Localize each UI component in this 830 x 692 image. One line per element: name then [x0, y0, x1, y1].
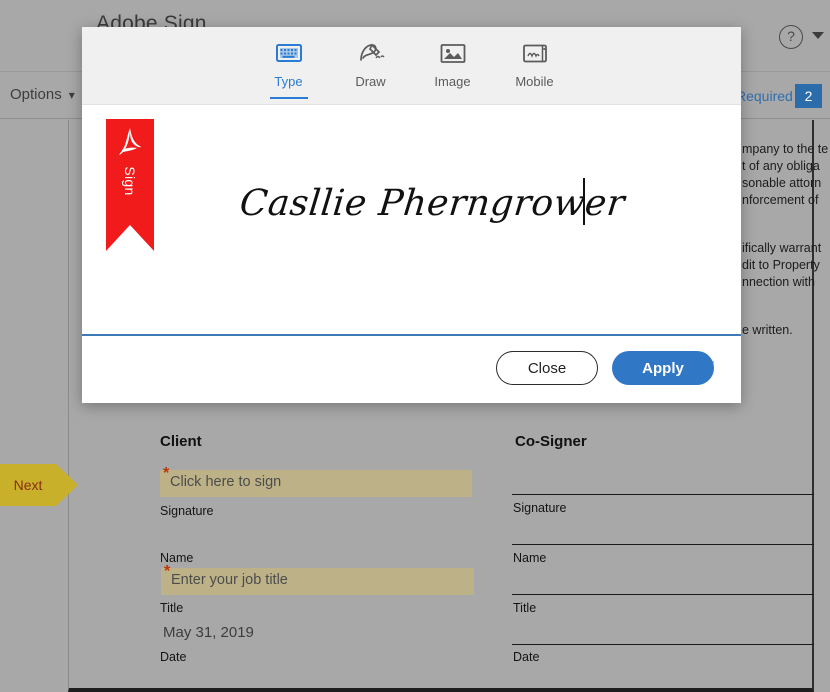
sign-tag-pointer-icon	[106, 225, 154, 251]
client-title-label: Title	[160, 601, 183, 615]
doc-line: mpany to the te	[742, 141, 828, 157]
cosigner-name-rule	[512, 544, 814, 545]
client-title-field[interactable]: * Enter your job title	[161, 568, 474, 595]
client-date-label: Date	[160, 650, 186, 664]
chevron-down-icon: ▾	[69, 88, 75, 102]
keyboard-icon	[276, 40, 302, 66]
next-flag-button[interactable]: Next	[0, 464, 56, 506]
chevron-down-icon[interactable]	[812, 32, 824, 39]
dialog-actions: Close Apply	[496, 351, 714, 385]
signature-text-value: Casllie Pherngrower	[238, 183, 627, 224]
required-asterisk-icon: *	[163, 465, 169, 483]
options-label: Options	[10, 86, 62, 103]
signature-mode-tabs: Type Draw	[82, 27, 741, 105]
cosigner-signature-label: Signature	[513, 501, 567, 515]
doc-line: sonable attorn	[742, 175, 821, 191]
doc-line: e written.	[742, 322, 793, 338]
cosigner-title-label: Title	[513, 601, 536, 615]
sign-tag-label: Sign	[122, 153, 138, 209]
client-signature-field[interactable]: * Click here to sign	[160, 470, 472, 497]
signature-canvas[interactable]: Sign Casllie Pherngrower Clear Close App…	[82, 105, 741, 403]
signature-dialog: Type Draw	[82, 27, 741, 403]
required-count-badge[interactable]: 2	[795, 84, 822, 108]
required-label: Required	[736, 88, 793, 104]
tab-mobile[interactable]: Mobile	[504, 40, 566, 89]
pen-icon	[357, 40, 385, 66]
client-title-placeholder: Enter your job title	[171, 572, 288, 588]
client-signature-label: Signature	[160, 504, 214, 518]
help-icon[interactable]: ?	[779, 25, 803, 49]
apply-button[interactable]: Apply	[612, 351, 714, 385]
tab-mobile-label: Mobile	[515, 74, 553, 89]
client-date-value[interactable]: May 31, 2019	[163, 624, 254, 641]
tab-image-label: Image	[434, 74, 470, 89]
doc-line: dit to Property	[742, 257, 820, 273]
cosigner-date-rule	[512, 644, 814, 645]
doc-line: ifically warrant	[742, 240, 821, 256]
text-cursor	[583, 178, 585, 225]
cosigner-name-label: Name	[513, 551, 546, 565]
doc-line: nnection with	[742, 274, 815, 290]
client-heading: Client	[160, 433, 202, 450]
adobe-sign-window: Adobe Sign ? Options▾ Required 2 mpany t…	[0, 0, 830, 692]
close-button[interactable]: Close	[496, 351, 598, 385]
tab-draw[interactable]: Draw	[340, 40, 402, 89]
options-menu-button[interactable]: Options ▾	[10, 86, 75, 103]
picture-icon	[440, 40, 466, 66]
client-signature-placeholder: Click here to sign	[170, 474, 281, 490]
doc-line: t of any obliga	[742, 158, 820, 174]
tab-draw-label: Draw	[355, 74, 385, 89]
required-asterisk-icon: *	[164, 563, 170, 581]
next-flag-arrow-icon	[56, 464, 78, 506]
cosigner-heading: Co-Signer	[515, 433, 587, 450]
tab-type-label: Type	[274, 74, 302, 89]
signature-baseline	[82, 334, 741, 336]
doc-line: nforcement of	[742, 192, 818, 208]
next-flag-label: Next	[14, 477, 43, 493]
sign-tag: Sign	[106, 119, 154, 225]
tab-type[interactable]: Type	[258, 40, 320, 89]
cosigner-date-label: Date	[513, 650, 539, 664]
tab-image[interactable]: Image	[422, 40, 484, 89]
tablet-icon	[522, 40, 548, 66]
cosigner-signature-rule	[512, 494, 814, 495]
cosigner-title-rule	[512, 594, 814, 595]
